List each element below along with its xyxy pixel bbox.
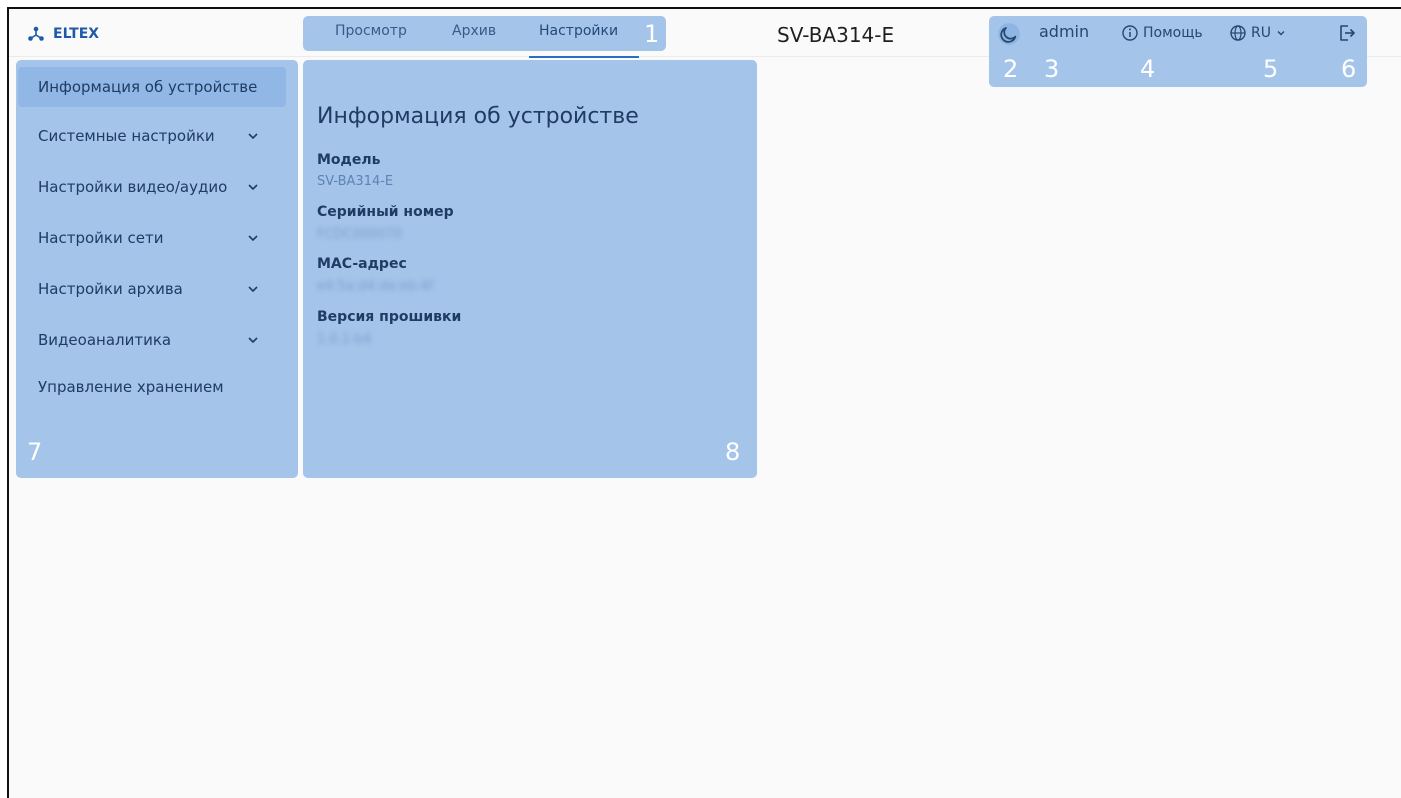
chevron-down-icon <box>248 286 258 293</box>
tab-archive[interactable]: Архив <box>452 23 496 39</box>
sidebar-item-label: Настройки сети <box>38 229 164 247</box>
user-name[interactable]: admin <box>1039 22 1089 41</box>
firmware-version-label: Версия прошивки <box>317 309 462 325</box>
device-info-panel: Информация об устройстве Модель SV-BA314… <box>303 60 757 478</box>
overlay-number-6: 6 <box>1341 55 1357 83</box>
sidebar-item-archive-settings[interactable]: Настройки архива <box>18 269 286 309</box>
chevron-down-icon <box>1277 31 1285 36</box>
sidebar-item-system-settings[interactable]: Системные настройки <box>18 116 286 156</box>
settings-sidebar: Информация об устройстве Системные настр… <box>16 60 298 478</box>
brand-logo[interactable]: ELTEX <box>27 23 99 45</box>
moon-icon <box>998 23 1020 45</box>
model-value: SV-BA314-E <box>317 174 394 189</box>
sidebar-item-label: Настройки архива <box>38 280 183 298</box>
mac-address-value: e4:5a:d4:de:eb:4f <box>317 279 434 294</box>
overlay-number-4: 4 <box>1140 55 1156 83</box>
brand-name: ELTEX <box>53 26 100 42</box>
main-tabs: Просмотр Архив Настройки 1 <box>303 16 666 58</box>
sidebar-item-storage-management[interactable]: Управление хранением <box>18 367 286 407</box>
serial-number-value: FCDC000070 <box>317 227 403 242</box>
app-frame: ELTEX Просмотр Архив Настройки 1 SV-BA31… <box>7 7 1401 798</box>
overlay-number-3: 3 <box>1044 55 1060 83</box>
header-actions: admin Помощь RU 2 3 4 5 6 <box>989 16 1367 87</box>
overlay-number-2: 2 <box>1003 55 1019 83</box>
overlay-number-8: 8 <box>725 438 741 466</box>
tab-settings[interactable]: Настройки <box>539 23 618 39</box>
eltex-logo-icon <box>28 26 44 41</box>
tab-view[interactable]: Просмотр <box>335 23 407 39</box>
info-icon <box>1122 25 1138 41</box>
top-header: ELTEX Просмотр Архив Настройки 1 SV-BA31… <box>9 9 1401 87</box>
chevron-down-icon <box>248 337 258 344</box>
sidebar-item-video-analytics[interactable]: Видеоаналитика <box>18 320 286 360</box>
sidebar-item-label: Настройки видео/аудио <box>38 178 228 196</box>
sidebar-item-network-settings[interactable]: Настройки сети <box>18 218 286 258</box>
page-title: Информация об устройстве <box>317 104 639 129</box>
overlay-number-1: 1 <box>644 20 660 48</box>
globe-icon <box>1230 25 1246 41</box>
device-name-title: SV-BA314-E <box>777 23 895 47</box>
mac-address-label: MAC-адрес <box>317 256 407 272</box>
theme-toggle-button[interactable] <box>997 22 1021 46</box>
sidebar-item-label: Видеоаналитика <box>38 331 172 349</box>
sidebar-item-label: Информация об устройстве <box>38 78 258 96</box>
firmware-version-value: 1.0.1-b4 <box>317 332 372 347</box>
language-select[interactable]: RU <box>1229 24 1287 42</box>
overlay-number-5: 5 <box>1263 55 1279 83</box>
help-label: Помощь <box>1143 25 1203 41</box>
sidebar-item-video-audio-settings[interactable]: Настройки видео/аудио <box>18 167 286 207</box>
help-button[interactable]: Помощь <box>1121 24 1203 42</box>
model-label: Модель <box>317 152 381 168</box>
overlay-number-7: 7 <box>27 438 43 466</box>
logout-icon <box>1340 25 1356 41</box>
language-value: RU <box>1251 25 1271 41</box>
chevron-down-icon <box>248 133 258 140</box>
sidebar-item-device-info[interactable]: Информация об устройстве <box>18 67 286 107</box>
serial-number-label: Серийный номер <box>317 204 454 220</box>
sidebar-item-label: Управление хранением <box>38 378 224 396</box>
chevron-down-icon <box>248 184 258 191</box>
logout-button[interactable] <box>1337 23 1357 43</box>
sidebar-item-label: Системные настройки <box>38 127 215 145</box>
chevron-down-icon <box>248 235 258 242</box>
active-tab-indicator <box>529 56 639 58</box>
